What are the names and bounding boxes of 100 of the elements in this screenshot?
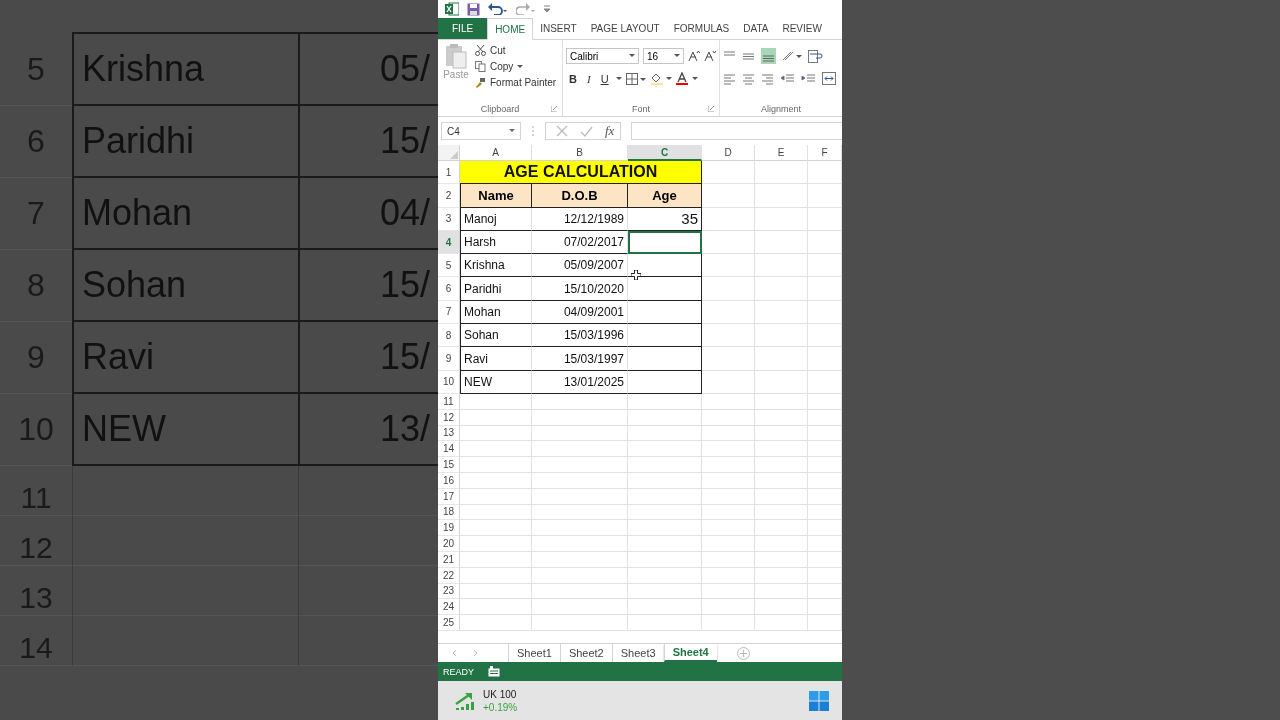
dialog-launcher-icon[interactable]	[708, 106, 714, 112]
merge-icon[interactable]	[822, 72, 838, 85]
caret-icon	[509, 129, 515, 133]
row-header[interactable]: 11	[438, 393, 460, 410]
ribbon-tab[interactable]: REVIEW	[775, 18, 829, 39]
cut-button[interactable]: Cut	[475, 44, 557, 57]
row-header[interactable]: 22	[438, 567, 460, 584]
header-cell: Age	[628, 184, 702, 208]
font-color-icon[interactable]	[675, 72, 698, 85]
row-header[interactable]: 23	[438, 583, 460, 600]
spreadsheet-logo-icon[interactable]	[445, 2, 459, 16]
copy-icon	[475, 61, 486, 72]
table-cell: Manoj	[460, 207, 532, 231]
active-cell[interactable]	[628, 230, 702, 255]
table-cell: 15/03/1996	[532, 324, 628, 348]
caret-icon[interactable]	[615, 76, 622, 81]
shrink-font-icon[interactable]	[704, 50, 716, 62]
underline-button[interactable]: U	[597, 72, 612, 85]
row-header[interactable]: 24	[438, 599, 460, 616]
empty-cell[interactable]	[628, 277, 702, 301]
align-left-icon[interactable]	[723, 72, 736, 85]
row-header[interactable]: 10	[438, 370, 460, 394]
row-header[interactable]: 21	[438, 551, 460, 568]
row-header[interactable]: 6	[438, 277, 460, 301]
column-header[interactable]: E	[755, 145, 808, 161]
enter-icon[interactable]	[580, 125, 593, 137]
align-middle-icon[interactable]	[742, 50, 755, 62]
align-right-icon[interactable]	[761, 72, 774, 85]
fill-color-icon[interactable]	[649, 72, 672, 85]
table-cell: Mohan	[460, 300, 532, 325]
insert-function-button[interactable]: fx	[605, 123, 615, 139]
empty-cell[interactable]	[628, 370, 702, 394]
row-header[interactable]: 15	[438, 457, 460, 473]
sheet-scroll-icon[interactable]	[450, 649, 480, 657]
group-label: Alignment	[761, 103, 801, 114]
italic-button[interactable]: I	[583, 72, 594, 85]
start-button[interactable]	[809, 690, 829, 711]
select-all-icon[interactable]	[450, 151, 458, 159]
ribbon-tab[interactable]: HOME	[487, 18, 534, 40]
row-header[interactable]: 13	[438, 425, 460, 442]
empty-cell[interactable]	[628, 347, 702, 371]
column-header[interactable]: D	[702, 145, 755, 161]
row-header[interactable]: 3	[438, 207, 460, 231]
ribbon-tab[interactable]: DATA	[736, 18, 776, 39]
empty-cell[interactable]	[628, 300, 702, 325]
format-painter-button[interactable]: Format Painter	[475, 76, 557, 89]
copy-button[interactable]: Copy	[475, 60, 557, 73]
wrap-text-icon[interactable]	[808, 49, 824, 63]
ribbon-tab[interactable]: PAGE LAYOUT	[583, 18, 667, 39]
bold-button[interactable]: B	[566, 72, 580, 85]
column-header[interactable]: A	[460, 145, 532, 161]
undo-icon[interactable]	[488, 3, 508, 15]
row-header[interactable]: 18	[438, 504, 460, 521]
empty-cell[interactable]	[628, 324, 702, 348]
name-box[interactable]: C4	[441, 122, 521, 140]
row-header[interactable]: 25	[438, 615, 460, 631]
table-cell: 07/02/2017	[532, 230, 628, 255]
row-header[interactable]: 9	[438, 347, 460, 371]
increase-indent-icon[interactable]	[801, 72, 816, 85]
align-center-icon[interactable]	[742, 72, 755, 85]
table-cell: Paridhi	[72, 106, 298, 178]
customize-icon[interactable]	[544, 5, 550, 13]
row-header[interactable]: 8	[438, 324, 460, 348]
font-size-field[interactable]: 16	[642, 48, 685, 64]
macro-record-icon[interactable]	[488, 666, 500, 677]
row-header[interactable]: 5	[438, 254, 460, 278]
table-cell: Harsh	[460, 230, 532, 255]
column-header[interactable]: F	[808, 145, 842, 161]
table-cell: 35	[628, 207, 702, 231]
row-header[interactable]: 14	[438, 441, 460, 458]
align-bottom-icon[interactable]	[761, 48, 776, 64]
row-header[interactable]: 16	[438, 472, 460, 489]
font-name-field[interactable]: Calibri	[566, 48, 639, 64]
cancel-icon[interactable]	[556, 125, 568, 137]
row-header[interactable]: 17	[438, 488, 460, 505]
formula-input-field[interactable]	[631, 122, 842, 140]
decrease-indent-icon[interactable]	[780, 72, 795, 85]
row-header[interactable]: 7	[438, 300, 460, 325]
dialog-launcher-icon[interactable]	[551, 106, 557, 112]
column-header[interactable]: C	[628, 145, 702, 161]
borders-icon[interactable]	[625, 72, 646, 85]
add-sheet-icon[interactable]	[736, 646, 750, 660]
ribbon-tab[interactable]: FILE	[438, 18, 488, 39]
orientation-icon[interactable]	[782, 50, 802, 62]
table-cell: Sohan	[460, 324, 532, 348]
table-cell: 15/10/2020	[532, 277, 628, 301]
caret-icon	[628, 54, 635, 58]
ribbon-tab[interactable]: FORMULAS	[666, 18, 737, 39]
row-header[interactable]: 19	[438, 520, 460, 537]
trend-up-icon[interactable]	[455, 690, 477, 711]
row-header[interactable]: 20	[438, 536, 460, 552]
grow-font-icon[interactable]	[688, 50, 701, 62]
empty-cell[interactable]	[628, 254, 702, 278]
column-header[interactable]: B	[532, 145, 628, 161]
save-icon[interactable]	[467, 2, 480, 16]
row-header[interactable]: 4	[438, 230, 460, 255]
sheet-tab[interactable]: Sheet4	[663, 644, 717, 662]
row-header[interactable]: 12	[438, 409, 460, 426]
redo-icon[interactable]	[516, 3, 536, 15]
ribbon-tab[interactable]: INSERT	[533, 18, 584, 39]
